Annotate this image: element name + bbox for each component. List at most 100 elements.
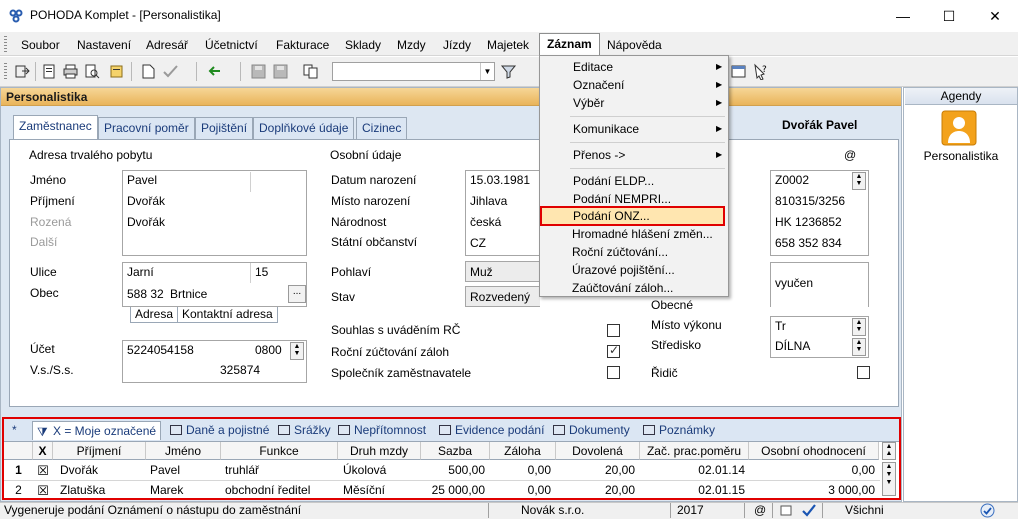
menu-item-urazove-pojisteni[interactable]: Úrazové pojištění... — [572, 261, 675, 279]
psc-field[interactable]: 588 32 — [127, 287, 164, 301]
menu-napoveda[interactable]: Nápověda — [607, 37, 662, 53]
misto-vykonu-field[interactable]: Tr — [775, 319, 786, 333]
grid-cell-zacatek[interactable]: 02.01.15 — [640, 481, 745, 500]
subtab-kontaktni-adresa[interactable]: Kontaktní adresa — [177, 307, 278, 323]
grid-header-x[interactable]: X — [33, 442, 53, 460]
telefon-field[interactable]: 658 352 834 — [775, 236, 842, 250]
datum-narozeni-field[interactable]: 15.03.1981 — [470, 173, 530, 187]
grid-header-jmeno[interactable]: Jméno — [146, 442, 221, 460]
edit-check-icon[interactable] — [162, 63, 179, 80]
grid-row-mark[interactable]: ☒ — [33, 461, 53, 480]
grid-cell-ohodnoceni[interactable]: 3 000,00 — [749, 481, 875, 500]
grid-cell-jmeno[interactable]: Pavel — [150, 461, 180, 480]
back-arrow-icon[interactable] — [206, 63, 223, 80]
rodne-cislo-field[interactable]: 810315/3256 — [775, 194, 845, 208]
tab-doplnkove-udaje[interactable]: Doplňkové údaje — [253, 117, 355, 139]
grid-cell-dovolena[interactable]: 20,00 — [556, 481, 635, 500]
op-field[interactable]: HK 1236852 — [775, 215, 842, 229]
vs-field[interactable]: 325874 — [220, 363, 260, 377]
menu-item-editace[interactable]: Editace — [573, 58, 613, 76]
bottom-tab-poznamky[interactable]: Poznámky — [643, 421, 715, 440]
menu-item-podani-onz[interactable]: Podání ONZ... — [540, 206, 725, 226]
menu-item-hromadne-hlaseni[interactable]: Hromadné hlášení změn... — [572, 225, 713, 243]
menu-zaznam[interactable]: Záznam — [539, 33, 600, 55]
print-icon[interactable] — [62, 63, 79, 80]
print-preview-icon[interactable] — [84, 63, 101, 80]
bottom-tab-evidence-podani[interactable]: Evidence podání — [439, 421, 544, 440]
menu-item-oznaceni[interactable]: Označení — [573, 76, 624, 94]
misto-vykonu-spinner[interactable]: ▲ ▼ — [852, 318, 866, 336]
menu-jizdy[interactable]: Jízdy — [443, 37, 471, 53]
grid-header-druh-mzdy[interactable]: Druh mzdy — [338, 442, 421, 460]
grid-header-funkce[interactable]: Funkce — [221, 442, 338, 460]
tab-pracovni-pomer[interactable]: Pracovní poměr — [98, 117, 195, 139]
grid-cell-sazba[interactable]: 500,00 — [421, 461, 485, 480]
menu-adresar[interactable]: Adresář — [146, 37, 188, 53]
rocni-zuctovani-checkbox[interactable] — [607, 343, 620, 358]
osobni-cislo-spinner[interactable]: ▲ ▼ — [852, 172, 866, 190]
grid-cell-dovolena[interactable]: 20,00 — [556, 461, 635, 480]
obec-field[interactable]: Brtnice — [170, 287, 207, 301]
grid-cell-prijmeni[interactable]: Dvořák — [60, 461, 98, 480]
bottom-tab-dane[interactable]: Daně a pojistné — [170, 421, 269, 440]
subtab-adresa[interactable]: Adresa — [130, 307, 179, 323]
menu-item-vyber[interactable]: Výběr — [573, 94, 604, 112]
vzdelani-field[interactable]: vyučen — [775, 276, 813, 290]
grid-header-prijmeni[interactable]: Příjmení — [53, 442, 146, 460]
spolecnik-checkbox[interactable] — [607, 366, 620, 379]
ucet-field[interactable]: 5224054158 — [127, 343, 194, 357]
minimize-button[interactable]: — — [880, 0, 926, 32]
save-icon[interactable] — [250, 63, 267, 80]
tab-zamestnanec[interactable]: Zaměstnanec — [13, 115, 98, 140]
report-icon[interactable] — [108, 63, 125, 80]
new-document-icon[interactable] — [140, 63, 157, 80]
menu-sklady[interactable]: Sklady — [345, 37, 381, 53]
menu-majetek[interactable]: Majetek — [487, 37, 529, 53]
menu-mzdy[interactable]: Mzdy — [397, 37, 426, 53]
grid-cell-druh-mzdy[interactable]: Úkolová — [343, 461, 386, 480]
misto-narozeni-field[interactable]: Jihlava — [470, 194, 507, 208]
grid-header-zacatek[interactable]: Zač. prac.poměru — [640, 442, 749, 460]
new-record-icon[interactable] — [41, 63, 58, 80]
grid-cell-jmeno[interactable]: Marek — [150, 481, 183, 500]
menu-fakturace[interactable]: Fakturace — [276, 37, 329, 53]
jmeno-field[interactable]: Pavel — [127, 173, 157, 187]
grid-cell-prijmeni[interactable]: Zlatuška — [60, 481, 105, 500]
save-all-icon[interactable] — [272, 63, 289, 80]
menu-ucetnictvi[interactable]: Účetnictví — [205, 37, 258, 53]
stredisko-spinner[interactable]: ▲ ▼ — [852, 338, 866, 356]
menu-soubor[interactable]: Soubor — [21, 37, 60, 53]
grid-cell-funkce[interactable]: obchodní ředitel — [225, 481, 310, 500]
grid-cell-zaloha[interactable]: 0,00 — [490, 461, 551, 480]
maximize-button[interactable]: ☐ — [926, 0, 972, 32]
filter-icon[interactable] — [500, 63, 517, 80]
menu-item-rocni-zuctovani[interactable]: Roční zúčtování... — [572, 243, 668, 261]
bottom-tab-nepritomnost[interactable]: Nepřítomnost — [338, 421, 426, 440]
grid-cell-ohodnoceni[interactable]: 0,00 — [749, 461, 875, 480]
cislo-field[interactable]: 15 — [255, 265, 268, 279]
agendy-personalistika-label[interactable]: Personalistika — [905, 149, 1017, 163]
menu-item-komunikace[interactable]: Komunikace — [573, 120, 639, 138]
copy-icon[interactable] — [302, 63, 319, 80]
stredisko-field[interactable]: DÍLNA — [775, 339, 810, 353]
grid-cell-zacatek[interactable]: 02.01.14 — [640, 461, 745, 480]
filter-combo[interactable]: ▼ — [332, 62, 495, 81]
grid-cell-druh-mzdy[interactable]: Měsíční — [343, 481, 385, 500]
grid-header-dovolena[interactable]: Dovolená — [556, 442, 640, 460]
grid-header-ohodnoceni[interactable]: Osobní ohodnocení — [749, 442, 879, 460]
rozena-field[interactable]: Dvořák — [127, 215, 165, 229]
grid-scroll-top-button[interactable]: ▲ ▲ — [882, 442, 896, 460]
menu-item-prenos[interactable]: Přenos -> — [573, 146, 625, 164]
help-icon[interactable]: ? — [752, 63, 769, 80]
bottom-tab-moje-oznacene[interactable]: ⧩ X = Moje označené — [32, 421, 162, 440]
grid-scrollbar[interactable]: ▲ ▼ ▼ — [882, 462, 896, 496]
ulice-field[interactable]: Jarní — [127, 265, 154, 279]
personalistika-person-icon[interactable] — [941, 110, 977, 146]
bottom-tab-star[interactable]: * — [12, 421, 17, 440]
osobni-cislo-field[interactable]: Z0002 — [775, 173, 809, 187]
grid-cell-zaloha[interactable]: 0,00 — [490, 481, 551, 500]
grid-row-mark[interactable]: ☒ — [33, 481, 53, 500]
exit-icon[interactable] — [14, 63, 31, 80]
menu-item-podani-eldp[interactable]: Podání ELDP... — [573, 172, 654, 190]
grid-cell-sazba[interactable]: 25 000,00 — [421, 481, 485, 500]
